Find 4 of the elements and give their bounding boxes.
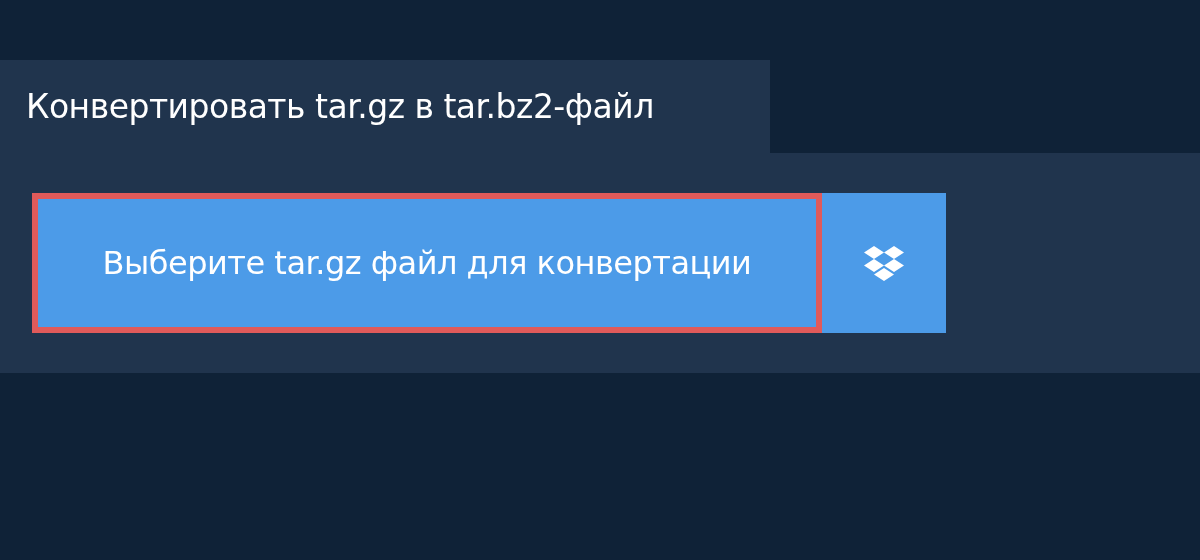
converter-title: Конвертировать tar.gz в tar.bz2-файл (26, 87, 654, 126)
dropbox-button[interactable] (822, 193, 946, 333)
dropbox-icon (863, 245, 905, 281)
choose-file-button[interactable]: Выберите tar.gz файл для конвертации (32, 193, 822, 333)
